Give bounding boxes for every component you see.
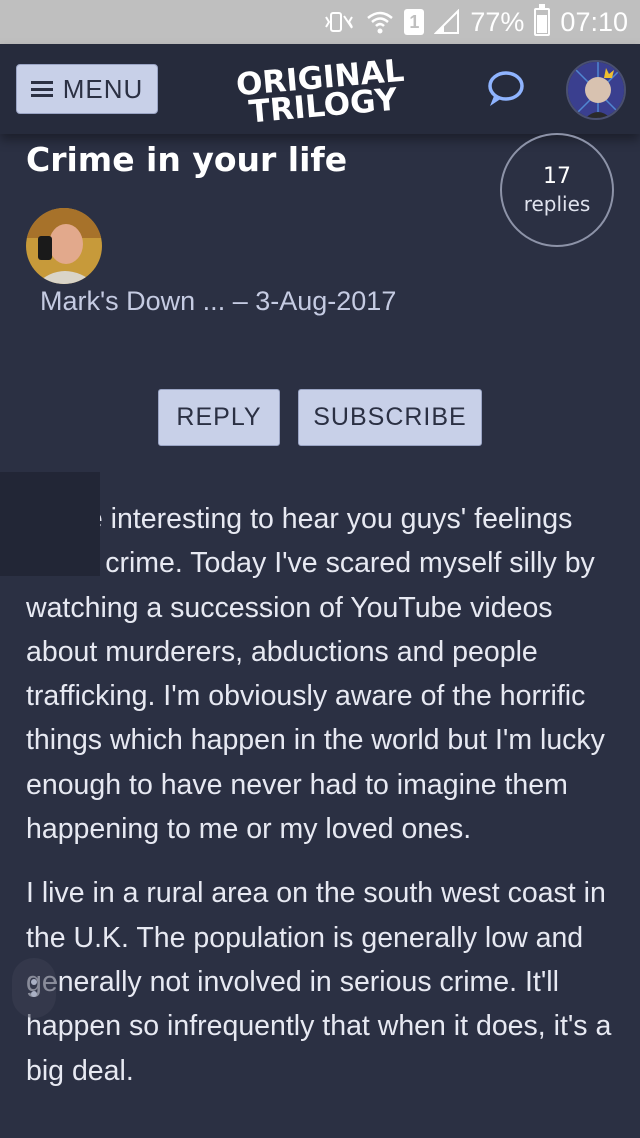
post-date: 3-Aug-2017 — [255, 286, 397, 316]
app-header: MENU ORIGINAL TRILOGY — [0, 44, 640, 134]
post-meta: Mark's Down ... – 3-Aug-2017 — [40, 286, 396, 317]
scroll-handle[interactable] — [12, 958, 56, 1018]
wifi-icon — [366, 9, 394, 35]
replies-count: 17 — [543, 164, 571, 189]
thread-title: Crime in your life — [26, 140, 348, 179]
chat-bubble-icon[interactable] — [484, 68, 526, 110]
meta-separator: – — [225, 286, 256, 316]
battery-icon — [534, 4, 551, 36]
signal-icon — [434, 9, 460, 35]
post-body: It'd be interesting to hear you guys' fe… — [26, 497, 622, 1113]
replies-label: replies — [523, 192, 591, 216]
scroll-dot — [31, 991, 37, 997]
hamburger-icon — [30, 81, 53, 97]
post-paragraph: I live in a rural area on the south west… — [26, 877, 612, 1087]
redaction-overlay — [0, 472, 100, 576]
original-trilogy-logo[interactable]: ORIGINAL TRILOGY — [214, 58, 428, 122]
post-paragraph: It'd be interesting to hear you guys' fe… — [26, 503, 605, 846]
subscribe-button[interactable]: SUBSCRIBE — [298, 389, 482, 446]
author-avatar[interactable] — [26, 208, 102, 284]
reply-button[interactable]: REPLY — [158, 389, 280, 446]
mute-vibrate-icon — [322, 10, 356, 34]
menu-button[interactable]: MENU — [16, 64, 158, 114]
menu-label: MENU — [62, 73, 144, 104]
author-name-link[interactable]: Mark's Down ... — [40, 286, 225, 316]
battery-percent: 77% — [470, 6, 525, 37]
user-avatar[interactable] — [566, 60, 626, 120]
status-bar: 1 77% 07:10 — [0, 0, 640, 44]
scroll-dot — [31, 979, 37, 985]
clock: 07:10 — [560, 6, 628, 37]
sim-icon: 1 — [404, 9, 425, 35]
replies-count-badge[interactable]: 17 replies — [500, 133, 614, 247]
